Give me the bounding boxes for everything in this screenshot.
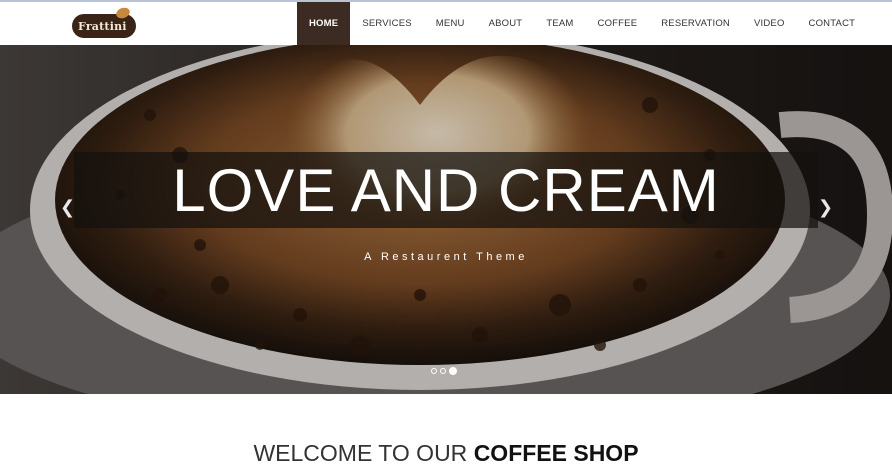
slide-dot-2[interactable] bbox=[440, 368, 446, 374]
nav-item-team[interactable]: TEAM bbox=[534, 2, 585, 45]
slide-dot-1[interactable] bbox=[431, 368, 437, 374]
nav-item-coffee[interactable]: COFFEE bbox=[586, 2, 650, 45]
slide-dot-3[interactable] bbox=[449, 367, 457, 375]
site-header: Frattini HOME SERVICES MENU ABOUT TEAM C… bbox=[0, 2, 892, 45]
welcome-prefix: WELCOME TO OUR bbox=[253, 440, 468, 466]
chevron-left-icon[interactable]: ❮ bbox=[60, 197, 75, 218]
chevron-right-icon[interactable]: ❯ bbox=[818, 197, 833, 218]
welcome-heading: WELCOME TO OUR COFFEE SHOP bbox=[0, 440, 892, 467]
slide-subtitle: A Restaurent Theme bbox=[364, 251, 528, 263]
slide-title-band: LOVE AND CREAM bbox=[74, 152, 818, 228]
main-nav: HOME SERVICES MENU ABOUT TEAM COFFEE RES… bbox=[297, 2, 867, 45]
nav-item-about[interactable]: ABOUT bbox=[477, 2, 535, 45]
nav-item-video[interactable]: VIDEO bbox=[742, 2, 797, 45]
brand-logo[interactable]: Frattini bbox=[72, 5, 138, 40]
welcome-strong: COFFEE SHOP bbox=[473, 440, 639, 466]
nav-item-menu[interactable]: MENU bbox=[424, 2, 477, 45]
nav-item-contact[interactable]: CONTACT bbox=[797, 2, 868, 45]
nav-item-home[interactable]: HOME bbox=[297, 2, 351, 45]
logo-text: Frattini bbox=[78, 20, 127, 33]
slide-indicators bbox=[431, 367, 457, 375]
nav-item-services[interactable]: SERVICES bbox=[350, 2, 423, 45]
nav-item-reservation[interactable]: RESERVATION bbox=[649, 2, 742, 45]
hero-slider: LOVE AND CREAM A Restaurent Theme ❮ ❯ bbox=[0, 45, 892, 394]
slide-title: LOVE AND CREAM bbox=[172, 156, 720, 224]
